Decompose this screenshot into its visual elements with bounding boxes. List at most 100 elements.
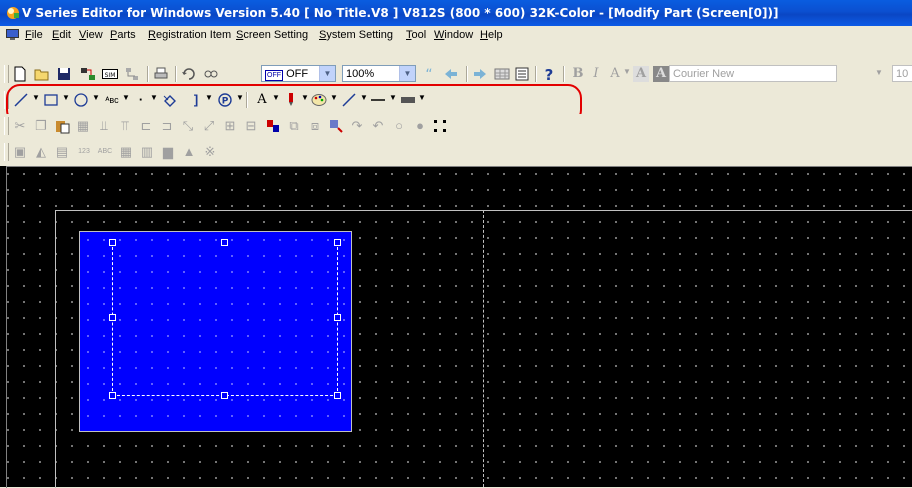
select-area-icon[interactable] bbox=[328, 118, 344, 134]
circle-outline-icon[interactable]: ○ bbox=[391, 118, 407, 134]
align-left-icon[interactable]: ⊏ bbox=[138, 118, 154, 134]
numeric-display-icon[interactable]: 123 bbox=[76, 144, 92, 160]
app-icon bbox=[7, 7, 19, 19]
resize-handle[interactable] bbox=[109, 314, 116, 321]
svg-text:SIM: SIM bbox=[105, 72, 116, 79]
circle-fill-icon[interactable]: ● bbox=[412, 118, 428, 134]
chevron-down-icon[interactable]: ▼ bbox=[875, 68, 883, 77]
off-toggle-value: OFF bbox=[286, 68, 309, 80]
grid-view-icon[interactable] bbox=[494, 66, 510, 82]
new-file-icon[interactable] bbox=[12, 66, 28, 82]
align-right-icon[interactable]: ⊐ bbox=[159, 118, 175, 134]
lamp-part-icon[interactable]: ◭ bbox=[33, 144, 49, 160]
message-icon[interactable]: ※ bbox=[202, 144, 218, 160]
toolbar-grip[interactable] bbox=[4, 65, 9, 83]
help-question-icon[interactable]: ? bbox=[541, 66, 557, 82]
font-shadow-icon[interactable]: A bbox=[653, 66, 669, 82]
menu-parts[interactable]: Parts bbox=[110, 26, 136, 44]
bar-graph-icon[interactable]: ▆ bbox=[160, 144, 176, 160]
menu-file[interactable]: File bbox=[25, 26, 43, 44]
zoom-value: 100% bbox=[346, 68, 375, 80]
transfer-icon[interactable] bbox=[80, 66, 96, 82]
chevron-down-icon[interactable]: ▼ bbox=[399, 66, 415, 81]
menu-help[interactable]: Help bbox=[480, 26, 503, 44]
resize-handle[interactable] bbox=[221, 239, 228, 246]
resize-handle[interactable] bbox=[334, 392, 341, 399]
menu-tool[interactable]: Tool bbox=[406, 26, 426, 44]
standard-toolbar: SIM OFF OFF ▼ 100% ▼ “ ? B I A ▼ A A Cou… bbox=[0, 62, 912, 86]
off-toggle-combo[interactable]: OFF OFF ▼ bbox=[261, 65, 336, 82]
toolbar-separator bbox=[563, 66, 565, 82]
bring-front-icon[interactable]: ⧉ bbox=[286, 118, 302, 134]
graph-part-icon[interactable]: ▤ bbox=[54, 144, 70, 160]
menu-edit[interactable]: Edit bbox=[52, 26, 71, 44]
menu-screen-setting[interactable]: Screen Setting bbox=[236, 26, 308, 44]
resize-handle[interactable] bbox=[221, 392, 228, 399]
list-view-icon[interactable] bbox=[514, 66, 530, 82]
menu-bar: File Edit View Parts Registration Item S… bbox=[0, 26, 912, 44]
save-icon[interactable] bbox=[56, 66, 72, 82]
switch-part-icon[interactable]: ▣ bbox=[12, 144, 28, 160]
menu-view[interactable]: View bbox=[79, 26, 103, 44]
zoom-select[interactable]: 100% ▼ bbox=[342, 65, 416, 82]
forward-arrow-icon[interactable] bbox=[472, 66, 488, 82]
redo-icon[interactable]: ↷ bbox=[349, 118, 365, 134]
menu-registration-item[interactable]: Registration Item bbox=[148, 26, 231, 44]
resize-handle[interactable] bbox=[109, 392, 116, 399]
trend-graph-icon[interactable]: ▥ bbox=[139, 144, 155, 160]
distribute-v-icon[interactable]: ⊟ bbox=[243, 118, 259, 134]
distribute-h-icon[interactable]: ⊞ bbox=[222, 118, 238, 134]
parts-toolbar: ✂ ❐ ▦ ⫫ ⫪ ⊏ ⊐ ⤡ ⤢ ⊞ ⊟ ⧉ ⧈ ↷ ↶ ○ ● bbox=[0, 114, 912, 138]
resize-handle[interactable] bbox=[109, 239, 116, 246]
toolbar-grip[interactable] bbox=[4, 143, 9, 161]
font-highlight-icon[interactable]: A bbox=[633, 66, 649, 82]
layer-color-icon[interactable] bbox=[265, 118, 281, 134]
italic-icon[interactable]: I bbox=[588, 66, 604, 82]
repeat-icon[interactable]: ↶ bbox=[370, 118, 386, 134]
chevron-down-icon[interactable]: ▼ bbox=[623, 67, 631, 76]
chevron-down-icon[interactable]: ▼ bbox=[319, 66, 335, 81]
toolbar-separator bbox=[535, 66, 537, 82]
font-size-select[interactable]: 10 bbox=[892, 65, 912, 82]
cut-icon[interactable]: ✂ bbox=[12, 118, 28, 134]
align-bottom-icon[interactable]: ⫫ bbox=[96, 118, 112, 134]
toolbar-separator bbox=[147, 66, 149, 82]
send-back-icon[interactable]: ⧈ bbox=[307, 118, 323, 134]
center-guide-line bbox=[483, 210, 484, 487]
undo-icon[interactable] bbox=[181, 66, 197, 82]
network-icon[interactable] bbox=[124, 66, 140, 82]
font-size-up-icon[interactable]: A bbox=[607, 66, 623, 82]
resize-handle[interactable] bbox=[334, 314, 341, 321]
paste-icon[interactable] bbox=[54, 118, 70, 134]
font-family-select[interactable]: Courier New bbox=[669, 65, 837, 82]
font-size-value: 10 bbox=[896, 68, 909, 80]
back-arrow-icon[interactable] bbox=[443, 66, 459, 82]
alarm-icon[interactable]: ▲ bbox=[181, 144, 197, 160]
svg-text:“: “ bbox=[425, 67, 432, 82]
svg-text:?: ? bbox=[545, 66, 554, 82]
monitor-icon[interactable] bbox=[6, 29, 19, 41]
flip-icon[interactable]: ⤢ bbox=[201, 118, 217, 134]
window-title: V Series Editor for Windows Version 5.40… bbox=[22, 6, 779, 20]
data-sheet-icon[interactable]: ▦ bbox=[118, 144, 134, 160]
sim-icon[interactable]: SIM bbox=[102, 66, 118, 82]
toolbar-grip[interactable] bbox=[4, 117, 9, 135]
rotate-icon[interactable]: ⤡ bbox=[180, 118, 196, 134]
toolbar-separator bbox=[466, 66, 468, 82]
menu-window[interactable]: Window bbox=[434, 26, 473, 44]
title-bar: V Series Editor for Windows Version 5.40… bbox=[0, 0, 912, 26]
character-display-icon[interactable]: ABC bbox=[97, 144, 113, 160]
selection-box[interactable] bbox=[112, 242, 338, 396]
snap-points-icon[interactable] bbox=[432, 118, 448, 134]
comment-icon[interactable]: “ bbox=[421, 66, 437, 82]
copy-icon[interactable]: ❐ bbox=[33, 118, 49, 134]
find-icon[interactable] bbox=[203, 66, 219, 82]
resize-handle[interactable] bbox=[334, 239, 341, 246]
print-icon[interactable] bbox=[153, 66, 169, 82]
object-toolbar: ▣ ◭ ▤ 123 ABC ▦ ▥ ▆ ▲ ※ bbox=[0, 140, 912, 164]
align-top-icon[interactable]: ⫪ bbox=[117, 118, 133, 134]
group-icon[interactable]: ▦ bbox=[75, 118, 91, 134]
open-folder-icon[interactable] bbox=[34, 66, 50, 82]
bold-icon[interactable]: B bbox=[570, 66, 586, 82]
menu-system-setting[interactable]: System Setting bbox=[319, 26, 393, 44]
